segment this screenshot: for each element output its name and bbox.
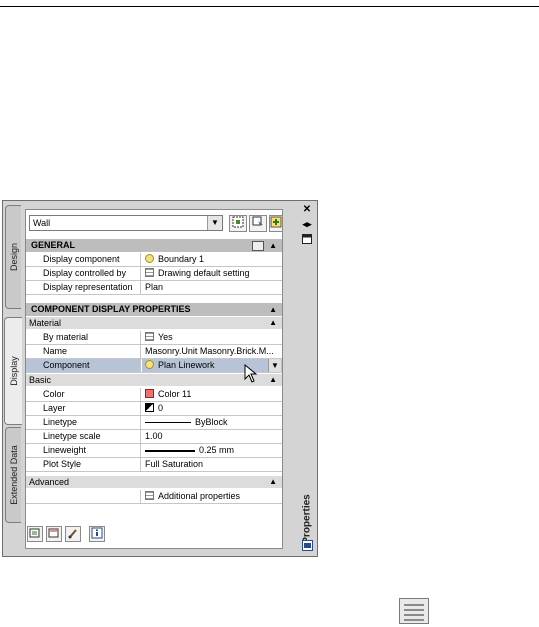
- chevron-down-icon[interactable]: ▼: [207, 216, 222, 230]
- tab-extended-data-label: Extended Data: [8, 445, 19, 505]
- table-row[interactable]: By material Yes: [26, 331, 282, 345]
- table-row[interactable]: Display controlled by Drawing default se…: [26, 267, 282, 281]
- edit-style-icon: [29, 528, 40, 538]
- component-dropdown[interactable]: Plan Linework ▼: [142, 359, 282, 372]
- property-key: By material: [26, 331, 141, 344]
- layer-icon: [145, 403, 154, 412]
- palette-title-bar: ✕ ◂▸ Properties: [297, 201, 317, 556]
- table-row[interactable]: Linetype ByBlock: [26, 416, 282, 430]
- quick-select-icon: [232, 216, 244, 228]
- properties-palette-icon: [399, 598, 429, 624]
- auto-hide-icon[interactable]: ◂▸: [299, 219, 315, 230]
- property-value[interactable]: Drawing default setting: [142, 267, 282, 280]
- additional-properties-button[interactable]: Additional properties: [142, 490, 282, 503]
- material-icon: [145, 332, 154, 341]
- table-row[interactable]: Lineweight 0.25 mm: [26, 444, 282, 458]
- table-row[interactable]: Display representation Plan: [26, 281, 282, 295]
- category-material-title: Material: [29, 318, 62, 328]
- category-material[interactable]: Material ▲: [26, 317, 282, 329]
- pickadd-icon: [270, 216, 282, 228]
- property-key: Display representation: [26, 281, 141, 294]
- properties-menu-icon[interactable]: [299, 234, 315, 247]
- property-key: Linetype: [26, 416, 141, 429]
- property-value[interactable]: 0: [142, 402, 282, 415]
- category-advanced[interactable]: Advanced ▲: [26, 476, 282, 488]
- table-row[interactable]: Layer 0: [26, 402, 282, 416]
- lineweight-sample: [145, 449, 195, 452]
- match-properties-button[interactable]: [65, 526, 81, 542]
- quick-select-button[interactable]: [229, 215, 247, 232]
- mouse-cursor-icon: [244, 364, 258, 383]
- table-row[interactable]: Display component Boundary 1: [26, 253, 282, 267]
- table-row[interactable]: Additional properties: [26, 490, 282, 504]
- property-value[interactable]: ByBlock: [142, 416, 282, 429]
- collapse-icon[interactable]: ▲: [269, 303, 277, 316]
- section-component-display-properties[interactable]: COMPONENT DISPLAY PROPERTIES ▲: [26, 303, 282, 316]
- section-general-title: GENERAL: [31, 240, 76, 250]
- collapse-icon[interactable]: ▲: [269, 239, 277, 252]
- tab-design-label: Design: [8, 242, 19, 272]
- property-key: Plot Style: [26, 458, 141, 471]
- table-row[interactable]: Name Masonry.Unit Masonry.Brick.M...: [26, 345, 282, 359]
- property-key: Color: [26, 388, 141, 401]
- color-swatch-icon: [145, 389, 154, 398]
- paintbrush-icon: [68, 529, 77, 539]
- property-key: Display component: [26, 253, 141, 266]
- edit-display-icon: [48, 528, 59, 538]
- table-row[interactable]: Color Color 11: [26, 388, 282, 402]
- display-settings-icon: [145, 268, 154, 277]
- property-value[interactable]: Boundary 1: [142, 253, 282, 266]
- palette-title: Properties: [301, 494, 313, 544]
- property-key: Display controlled by: [26, 267, 141, 280]
- edit-style-button[interactable]: [27, 526, 43, 542]
- table-row[interactable]: Plot Style Full Saturation: [26, 458, 282, 472]
- collapse-icon[interactable]: ▲: [269, 317, 277, 329]
- property-value[interactable]: Yes: [142, 331, 282, 344]
- chevron-down-icon[interactable]: ▼: [268, 359, 281, 372]
- lightbulb-icon: [145, 254, 154, 263]
- palette-menu-icon[interactable]: [299, 540, 315, 554]
- tab-display[interactable]: Display: [4, 317, 22, 425]
- property-value[interactable]: Masonry.Unit Masonry.Brick.M...: [142, 345, 282, 358]
- tab-extended-data[interactable]: Extended Data: [5, 427, 21, 523]
- tab-display-label: Display: [8, 356, 19, 386]
- linetype-sample: [145, 422, 191, 424]
- object-type-value: Wall: [33, 218, 51, 228]
- table-row[interactable]: Linetype scale 1.00: [26, 430, 282, 444]
- page-rule: [0, 6, 539, 7]
- property-key: [26, 490, 141, 503]
- property-key: Name: [26, 345, 141, 358]
- category-advanced-title: Advanced: [29, 477, 70, 487]
- table-icon: [145, 491, 154, 500]
- category-basic-title: Basic: [29, 375, 52, 385]
- section-component-title: COMPONENT DISPLAY PROPERTIES: [31, 304, 191, 314]
- info-icon: [91, 527, 103, 539]
- property-value[interactable]: Color 11: [142, 388, 282, 401]
- toggle-pickadd-button[interactable]: [269, 215, 283, 232]
- property-key: Linetype scale: [26, 430, 141, 443]
- collapse-icon[interactable]: ▲: [269, 374, 277, 386]
- property-key: Layer: [26, 402, 141, 415]
- property-key: Lineweight: [26, 444, 141, 457]
- select-objects-icon: [252, 216, 263, 227]
- select-objects-button[interactable]: [249, 215, 267, 232]
- properties-palette: Design Display Extended Data Wall ▼ GENE…: [2, 200, 318, 557]
- close-icon[interactable]: ✕: [299, 204, 315, 215]
- collapse-icon[interactable]: ▲: [269, 476, 277, 488]
- property-value[interactable]: 0.25 mm: [142, 444, 282, 457]
- info-button[interactable]: [89, 526, 105, 542]
- property-value[interactable]: Plan: [142, 281, 282, 294]
- object-type-dropdown[interactable]: Wall ▼: [29, 215, 223, 231]
- tab-design[interactable]: Design: [5, 205, 21, 309]
- section-general[interactable]: GENERAL ▲: [26, 239, 282, 252]
- property-key: Component: [26, 359, 141, 372]
- lightbulb-icon: [145, 360, 154, 369]
- edit-display-button[interactable]: [46, 526, 62, 542]
- property-value[interactable]: 1.00: [142, 430, 282, 443]
- display-settings-icon[interactable]: [252, 241, 264, 251]
- property-value[interactable]: Full Saturation: [142, 458, 282, 471]
